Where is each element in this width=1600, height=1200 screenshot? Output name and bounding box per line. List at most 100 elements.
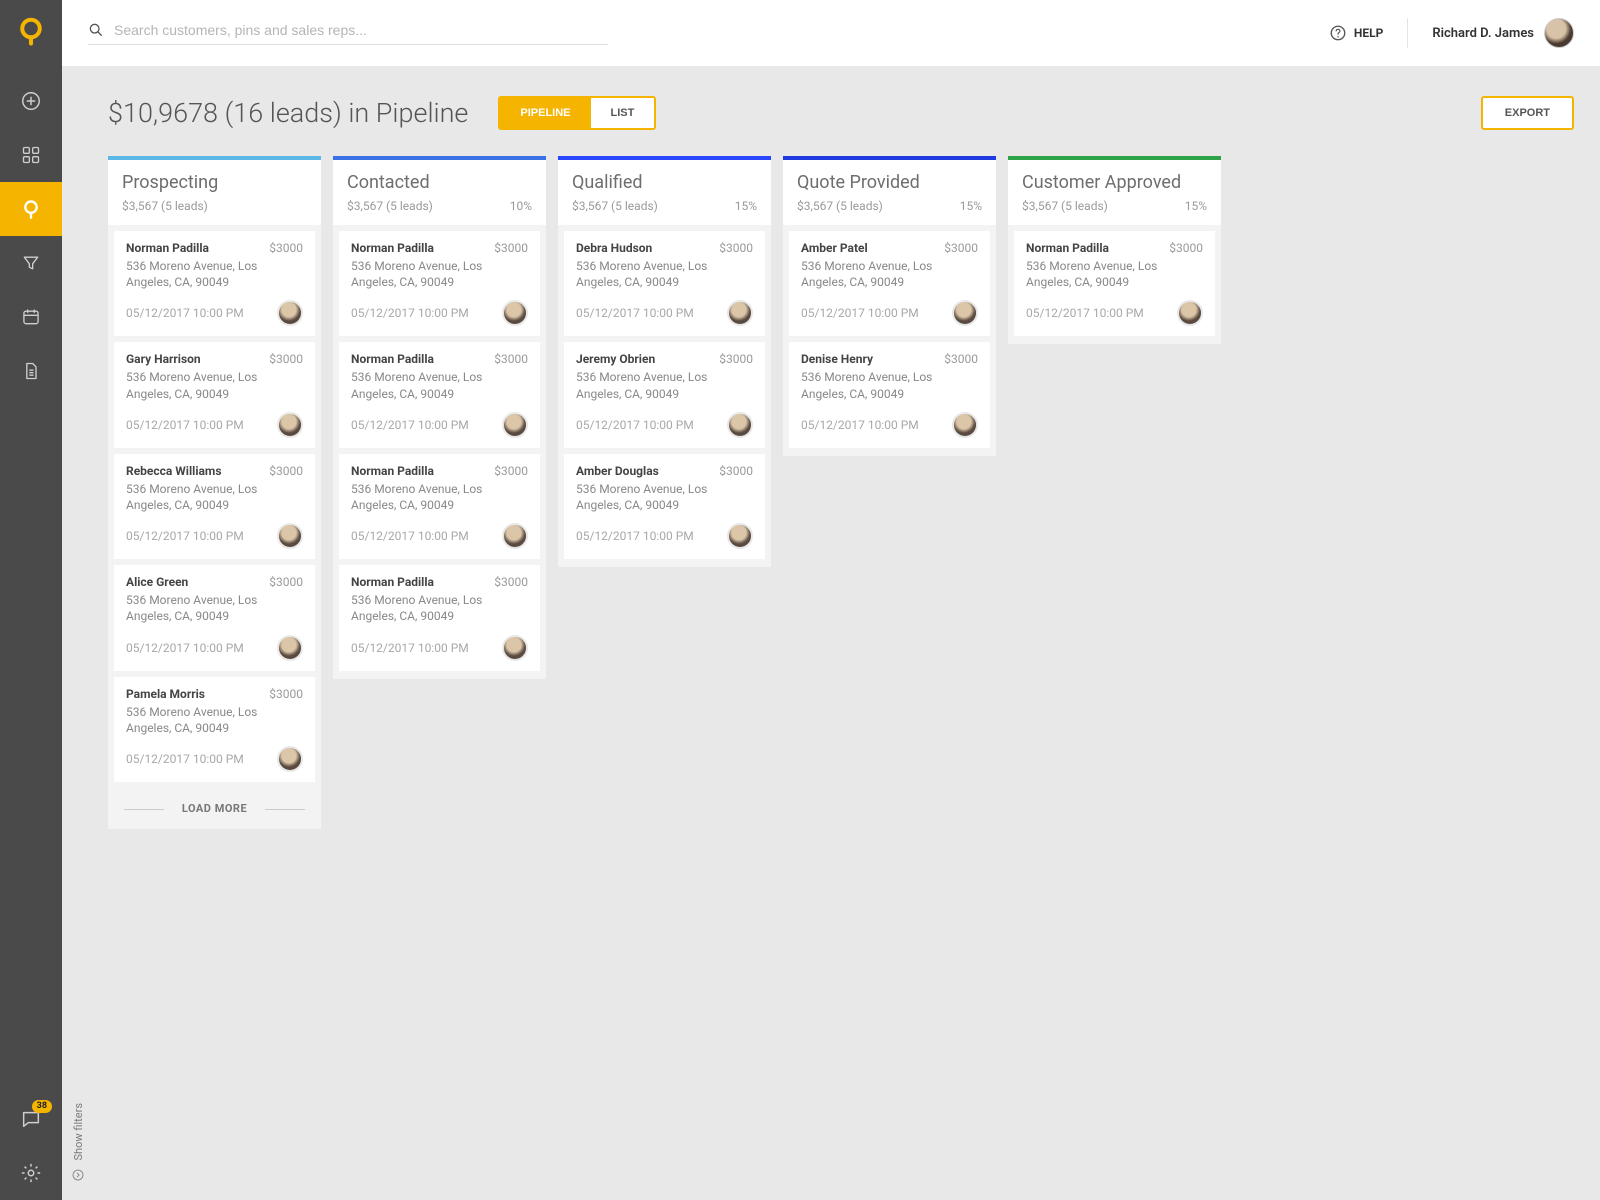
lead-amount: $3000 bbox=[719, 352, 753, 366]
lead-card[interactable]: Jeremy Obrien$3000536 Moreno Avenue, Los… bbox=[564, 342, 765, 447]
lead-datetime: 05/12/2017 10:00 PM bbox=[351, 306, 469, 320]
lead-amount: $3000 bbox=[269, 352, 303, 366]
lead-avatar bbox=[727, 412, 753, 438]
lead-card[interactable]: Alice Green$3000536 Moreno Avenue, Los A… bbox=[114, 565, 315, 670]
column-pct: 15% bbox=[735, 199, 757, 213]
show-filters-toggle[interactable]: Show filters bbox=[62, 66, 94, 1200]
divider bbox=[1407, 18, 1408, 48]
lead-avatar bbox=[727, 300, 753, 326]
user-name: Richard D. James bbox=[1432, 26, 1534, 41]
document-icon bbox=[21, 361, 41, 381]
logo-icon bbox=[14, 14, 48, 48]
sidebar-filter[interactable] bbox=[0, 236, 62, 290]
lead-avatar bbox=[952, 412, 978, 438]
lead-avatar bbox=[502, 300, 528, 326]
topbar: HELP Richard D. James bbox=[62, 0, 1600, 66]
lead-datetime: 05/12/2017 10:00 PM bbox=[576, 306, 694, 320]
lead-avatar bbox=[952, 300, 978, 326]
column-summary: $3,567 (5 leads)15% bbox=[572, 199, 757, 213]
lead-address: 536 Moreno Avenue, Los Angeles, CA, 9004… bbox=[1026, 258, 1203, 290]
lead-name: Norman Padilla bbox=[351, 241, 434, 255]
sidebar-calendar[interactable] bbox=[0, 290, 62, 344]
lead-address: 536 Moreno Avenue, Los Angeles, CA, 9004… bbox=[126, 704, 303, 736]
lead-name: Norman Padilla bbox=[1026, 241, 1109, 255]
lead-avatar bbox=[277, 412, 303, 438]
lead-card[interactable]: Pamela Morris$3000536 Moreno Avenue, Los… bbox=[114, 677, 315, 782]
lead-name: Pamela Morris bbox=[126, 687, 205, 701]
lead-address: 536 Moreno Avenue, Los Angeles, CA, 9004… bbox=[351, 258, 528, 290]
view-pipeline-button[interactable]: PIPELINE bbox=[500, 98, 590, 128]
gear-icon bbox=[20, 1162, 42, 1184]
sidebar-pipeline[interactable] bbox=[0, 182, 62, 236]
column-header: Contacted$3,567 (5 leads)10% bbox=[333, 160, 546, 225]
lead-avatar bbox=[277, 746, 303, 772]
load-more-button[interactable]: LOAD MORE bbox=[108, 790, 321, 829]
lead-name: Rebecca Williams bbox=[126, 464, 222, 478]
help-label: HELP bbox=[1354, 26, 1383, 40]
cards-list: Amber Patel$3000536 Moreno Avenue, Los A… bbox=[783, 225, 996, 456]
lead-datetime: 05/12/2017 10:00 PM bbox=[351, 529, 469, 543]
lead-datetime: 05/12/2017 10:00 PM bbox=[126, 306, 244, 320]
sidebar: 38 bbox=[0, 0, 62, 1200]
cards-list: Norman Padilla $3000 536 Moreno Avenue, Lo… bbox=[333, 225, 546, 679]
help-icon bbox=[1329, 24, 1347, 42]
lead-avatar bbox=[727, 523, 753, 549]
lead-card[interactable]: Debra Hudson$3000536 Moreno Avenue, Los … bbox=[564, 231, 765, 336]
lead-amount: $3000 bbox=[719, 241, 753, 255]
column-title: Prospecting bbox=[122, 172, 307, 193]
sidebar-document[interactable] bbox=[0, 344, 62, 398]
pipeline-column: Customer Approved$3,567 (5 leads)15%Norm… bbox=[1008, 156, 1221, 344]
sidebar-add[interactable] bbox=[0, 74, 62, 128]
view-list-button[interactable]: LIST bbox=[591, 98, 655, 128]
plus-circle-icon bbox=[20, 90, 42, 112]
content: Show filters $10,9678 (16 leads) in Pipe… bbox=[62, 66, 1600, 1200]
lead-amount: $3000 bbox=[944, 241, 978, 255]
lead-name: Alice Green bbox=[126, 575, 188, 589]
column-summary: $3,567 (5 leads)15% bbox=[797, 199, 982, 213]
lead-card[interactable]: Denise Henry$3000536 Moreno Avenue, Los … bbox=[789, 342, 990, 447]
lead-avatar bbox=[277, 300, 303, 326]
page-head: $10,9678 (16 leads) in Pipeline PIPELINE… bbox=[108, 96, 1574, 130]
lead-card[interactable]: Norman Padilla$3000536 Moreno Avenue, Lo… bbox=[114, 231, 315, 336]
lead-datetime: 05/12/2017 10:00 PM bbox=[126, 752, 244, 766]
column-summary: $3,567 (5 leads) bbox=[122, 199, 307, 213]
export-button[interactable]: EXPORT bbox=[1481, 96, 1574, 130]
search-input[interactable] bbox=[114, 22, 608, 38]
funnel-icon bbox=[21, 253, 41, 273]
lead-address: 536 Moreno Avenue, Los Angeles, CA, 9004… bbox=[351, 592, 528, 624]
lead-card[interactable]: Amber Douglas$3000536 Moreno Avenue, Los… bbox=[564, 454, 765, 559]
lead-card[interactable]: Amber Patel$3000536 Moreno Avenue, Los A… bbox=[789, 231, 990, 336]
lead-card[interactable]: Norman Padilla$3000536 Moreno Avenue, Lo… bbox=[339, 565, 540, 670]
lead-name: Jeremy Obrien bbox=[576, 352, 655, 366]
lead-avatar bbox=[502, 523, 528, 549]
lead-datetime: 05/12/2017 10:00 PM bbox=[126, 418, 244, 432]
lead-address: 536 Moreno Avenue, Los Angeles, CA, 9004… bbox=[801, 369, 978, 401]
sidebar-dashboard[interactable] bbox=[0, 128, 62, 182]
sidebar-settings[interactable] bbox=[0, 1146, 62, 1200]
lead-datetime: 05/12/2017 10:00 PM bbox=[1026, 306, 1144, 320]
pipeline-column: Contacted$3,567 (5 leads)10% Norman Padil… bbox=[333, 156, 546, 679]
lead-amount: $3000 bbox=[494, 575, 528, 589]
lead-name: Gary Harrison bbox=[126, 352, 201, 366]
lead-card[interactable]: Norman Padilla$3000536 Moreno Avenue, Lo… bbox=[339, 342, 540, 447]
lead-avatar bbox=[502, 635, 528, 661]
user-menu[interactable]: Richard D. James bbox=[1418, 18, 1574, 48]
app-root: 38 HELP Richard D. James Sho bbox=[0, 0, 1600, 1200]
help-button[interactable]: HELP bbox=[1315, 24, 1397, 42]
lead-avatar bbox=[1177, 300, 1203, 326]
lead-amount: $3000 bbox=[719, 464, 753, 478]
lead-card[interactable]: Norman Padilla$3000536 Moreno Avenue, Lo… bbox=[1014, 231, 1215, 336]
lead-amount: $3000 bbox=[269, 575, 303, 589]
column-summary-text: $3,567 (5 leads) bbox=[122, 199, 208, 213]
lead-card[interactable]: Norman Padilla$3000536 Moreno Avenue, Lo… bbox=[339, 231, 540, 336]
chat-badge: 38 bbox=[32, 1100, 52, 1113]
lead-name: Norman Padilla bbox=[351, 352, 434, 366]
lead-card[interactable]: Gary Harrison$3000536 Moreno Avenue, Los… bbox=[114, 342, 315, 447]
page-title: $10,9678 (16 leads) in Pipeline bbox=[108, 97, 468, 129]
lead-card[interactable]: Rebecca Williams$3000536 Moreno Avenue, … bbox=[114, 454, 315, 559]
lead-card[interactable]: Norman Padilla$3000536 Moreno Avenue, Lo… bbox=[339, 454, 540, 559]
sidebar-chat[interactable]: 38 bbox=[0, 1092, 62, 1146]
lead-avatar bbox=[277, 523, 303, 549]
lead-datetime: 05/12/2017 10:00 PM bbox=[351, 641, 469, 655]
column-summary: $3,567 (5 leads)10% bbox=[347, 199, 532, 213]
